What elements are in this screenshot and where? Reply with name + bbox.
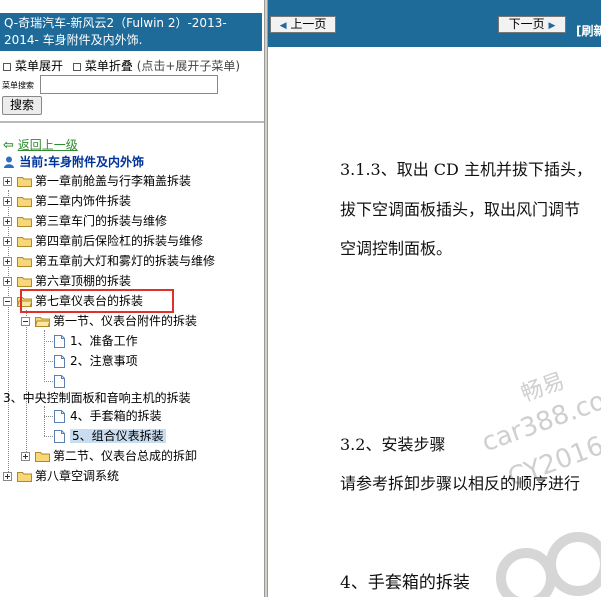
folder-icon (17, 217, 32, 227)
tree-item-chapter-1[interactable]: 第一章前舱盖与行李箱盖拆装 (3, 172, 191, 190)
expand-plus-icon[interactable] (3, 257, 12, 266)
tree-item-section-2[interactable]: 第二节、仪表台总成的拆卸 (21, 447, 197, 465)
tree-item-blank[interactable] (54, 372, 70, 390)
tree-item-section-1[interactable]: 第一节、仪表台附件的拆装 (21, 312, 197, 330)
tree-item-center-panel[interactable]: 3、中央控制面板和音响主机的拆装 (3, 389, 191, 407)
menu-expand-link[interactable]: 菜单展开 (15, 59, 63, 73)
tree-label: 3、中央控制面板和音响主机的拆装 (3, 391, 191, 405)
expand-plus-icon[interactable] (3, 197, 12, 206)
user-icon (4, 156, 14, 168)
prev-page-button[interactable]: ◀ 上一页 (270, 16, 336, 33)
document-icon (54, 410, 65, 423)
tree-guide-line (44, 406, 45, 436)
tree-label: 第四章前后保险杠的拆装与维修 (35, 234, 204, 248)
watermark-logo (546, 532, 601, 596)
tree-label: 第一节、仪表台附件的拆装 (53, 314, 198, 328)
current-location: 当前:车身附件及内外饰 (3, 153, 144, 170)
tree-label: 第二节、仪表台总成的拆卸 (53, 449, 198, 463)
tree-item-chapter-5[interactable]: 第五章前大灯和雾灯的拆装与维修 (3, 252, 215, 270)
tree-item-chapter-8[interactable]: 第八章空调系统 (3, 467, 119, 485)
tree-guide-line (44, 361, 53, 362)
tree-item-chapter-6[interactable]: 第六章顶棚的拆装 (3, 272, 131, 290)
folder-icon (17, 177, 32, 187)
search-label: 菜单搜索 (2, 81, 34, 90)
collapse-minus-icon[interactable] (3, 297, 12, 306)
folder-icon (17, 277, 32, 287)
right-triangle-icon: ▶ (548, 21, 556, 31)
tree-item-glovebox[interactable]: 4、手套箱的拆装 (54, 407, 162, 425)
tree-label: 2、注意事项 (70, 354, 138, 368)
divider (0, 121, 264, 123)
tree-label: 第二章内饰件拆装 (35, 194, 132, 208)
tree-guide-line (44, 341, 53, 342)
tree-item-chapter-3[interactable]: 第三章车门的拆装与维修 (3, 212, 167, 230)
tree-item-chapter-4[interactable]: 第四章前后保险杠的拆装与维修 (3, 232, 203, 250)
tree-label: 1、准备工作 (70, 334, 138, 348)
folder-icon (17, 257, 32, 267)
refresh-link[interactable]: [刷新 (576, 22, 601, 39)
tree-guide-line (44, 436, 53, 437)
document-icon (54, 355, 65, 368)
back-arrow-icon: ⇦ (3, 138, 14, 153)
search-button[interactable]: 搜索 (2, 96, 42, 115)
document-icon (54, 335, 65, 348)
open-folder-icon (35, 317, 50, 327)
document-icon (54, 430, 65, 443)
current-location-label: 当前:车身附件及内外饰 (19, 155, 144, 169)
tree-label: 第三章车门的拆装与维修 (35, 214, 168, 228)
tree-label-selected: 5、组合仪表拆装 (70, 429, 166, 443)
tree-label: 第五章前大灯和雾灯的拆装与维修 (35, 254, 216, 268)
tree-item-prep[interactable]: 1、准备工作 (54, 332, 138, 350)
menu-toggle-bar: 菜单展开 菜单折叠 (点击+展开子菜单) (2, 57, 240, 74)
search-input[interactable] (40, 75, 218, 94)
collapse-minus-icon[interactable] (21, 317, 30, 326)
folder-icon (17, 237, 32, 247)
doc-heading: 3.2、安装步骤 (340, 435, 446, 454)
tree-label: 第八章空调系统 (35, 469, 120, 483)
prev-page-label: 上一页 (290, 17, 327, 31)
expand-plus-icon[interactable] (3, 237, 12, 246)
tree-item-chapter-2[interactable]: 第二章内饰件拆装 (3, 192, 131, 210)
tree-guide-line (26, 310, 27, 458)
expand-plus-icon[interactable] (3, 472, 12, 481)
doc-heading: 4、手套箱的拆装 (340, 573, 470, 593)
doc-text-line: 请参考拆卸步骤以相反的顺序进行 (340, 474, 581, 493)
expand-plus-icon[interactable] (3, 217, 12, 226)
doc-text-line: 空调控制面板。 (340, 239, 453, 258)
expand-plus-icon[interactable] (3, 177, 12, 186)
folder-icon (35, 452, 50, 462)
expand-square-icon (3, 62, 11, 71)
tree-guide-line (44, 416, 53, 417)
annotation-highlight-box (20, 289, 174, 313)
expand-plus-icon[interactable] (3, 277, 12, 286)
folder-icon (17, 197, 32, 207)
tree-label: 4、手套箱的拆装 (70, 409, 162, 423)
page-nav-bar: ◀ 上一页 下一页 ▶ [刷新 (268, 0, 601, 47)
back-link-label: 返回上一级 (17, 138, 78, 152)
collapse-square-icon (72, 62, 81, 71)
content-pane: ◀ 上一页 下一页 ▶ [刷新 3.1.3、取出 CD 主机并拔下插头， 拔下空… (268, 0, 601, 597)
folder-icon (17, 472, 32, 482)
doc-text-line: 拔下空调面板插头，取出风门调节 (340, 200, 581, 219)
doc-text-line: 3.1.3、取出 CD 主机并拔下插头， (340, 160, 592, 179)
tree-item-cluster[interactable]: 5、组合仪表拆装 (54, 427, 166, 445)
back-link[interactable]: ⇦ 返回上一级 (3, 136, 78, 153)
tree-label: 第一章前舱盖与行李箱盖拆装 (35, 174, 192, 188)
manual-title: Q-奇瑞汽车-新风云2（Fulwin 2）-2013-2014- 车身附件及内外… (0, 13, 262, 51)
tree-guide-line (44, 330, 45, 382)
next-page-button[interactable]: 下一页 ▶ (498, 16, 566, 33)
expand-plus-icon[interactable] (21, 452, 30, 461)
menu-pane: Q-奇瑞汽车-新风云2（Fulwin 2）-2013-2014- 车身附件及内外… (0, 0, 264, 597)
tree-guide-line (44, 381, 53, 382)
tree-label: 第六章顶棚的拆装 (35, 274, 132, 288)
tree-item-notes[interactable]: 2、注意事项 (54, 352, 138, 370)
menu-hint: (点击+展开子菜单) (136, 59, 241, 73)
menu-collapse-link[interactable]: 菜单折叠 (85, 59, 133, 73)
left-triangle-icon: ◀ (279, 21, 287, 31)
document-icon (54, 375, 65, 388)
next-page-label: 下一页 (508, 17, 545, 31)
